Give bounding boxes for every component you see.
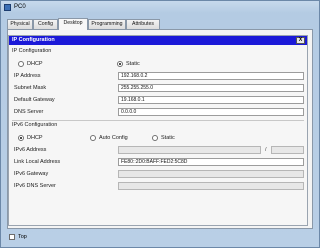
prefix-separator: / (265, 147, 267, 153)
ip-address-field[interactable]: 192.168.0.2 (118, 72, 304, 80)
ipv6-gateway-label: IPv6 Gateway (14, 171, 49, 177)
ipv6-dns-field[interactable] (118, 182, 304, 190)
ipv4-static-label: Static (126, 61, 140, 67)
ipv6-address-field[interactable] (118, 146, 261, 154)
link-local-field[interactable]: FE80::2D0:BAFF:FED2:5C8D (118, 158, 304, 166)
tab-programming[interactable]: Programming (88, 19, 126, 29)
link-local-label: Link Local Address (14, 159, 61, 165)
ipv6-dhcp-label: DHCP (27, 135, 43, 141)
ipv6-gateway-field[interactable] (118, 170, 304, 178)
dns-server-label: DNS Server (14, 109, 44, 115)
ipv4-dhcp-label: DHCP (27, 61, 43, 67)
title-bar: PC0 (1, 1, 319, 15)
tab-physical[interactable]: Physical (7, 19, 33, 29)
default-gateway-label: Default Gateway (14, 97, 55, 103)
ipv6-static-radio[interactable] (152, 135, 158, 141)
subnet-mask-label: Subnet Mask (14, 85, 47, 91)
window-title: PC0 (14, 4, 26, 10)
ipv6-dhcp-radio[interactable] (18, 135, 24, 141)
ipv6-address-label: IPv6 Address (14, 147, 47, 153)
tab-desktop[interactable]: Desktop (58, 18, 88, 30)
top-label: Top (18, 234, 27, 240)
ipv4-static-radio[interactable] (117, 61, 123, 67)
close-button[interactable]: X (296, 37, 305, 44)
subnet-mask-field[interactable]: 255.255.255.0 (118, 84, 304, 92)
panel-header: IP Configuration X (9, 36, 307, 45)
ip-configuration-panel: IP Configuration X IP Configuration DHCP… (8, 35, 308, 226)
dns-server-field[interactable]: 0.0.0.0 (118, 108, 304, 116)
ipv6-prefix-field[interactable] (271, 146, 304, 154)
panel-title: IP Configuration (12, 37, 55, 43)
ipv4-section: IP Configuration DHCP Static IP Address … (12, 47, 304, 119)
tab-config[interactable]: Config (33, 19, 58, 29)
ip-address-label: IP Address (14, 73, 41, 79)
ipv4-dhcp-radio[interactable] (18, 61, 24, 67)
ipv6-section-title: IPv6 Configuration (12, 122, 58, 128)
pc-icon (4, 4, 11, 11)
ipv6-dns-label: IPv6 DNS Server (14, 183, 56, 189)
ipv6-static-label: Static (161, 135, 175, 141)
default-gateway-field[interactable]: 19.168.0.1 (118, 96, 304, 104)
top-checkbox[interactable] (9, 234, 15, 240)
ipv4-section-title: IP Configuration (12, 48, 52, 54)
ipv6-autoconfig-radio[interactable] (90, 135, 96, 141)
ipv6-autoconfig-label: Auto Config (99, 135, 128, 141)
tab-attributes[interactable]: Attributes (126, 19, 160, 29)
ipv6-section: IPv6 Configuration DHCP Auto Config Stat… (12, 120, 304, 190)
pc-window: PC0 Physical Config Desktop Programming … (0, 0, 320, 248)
